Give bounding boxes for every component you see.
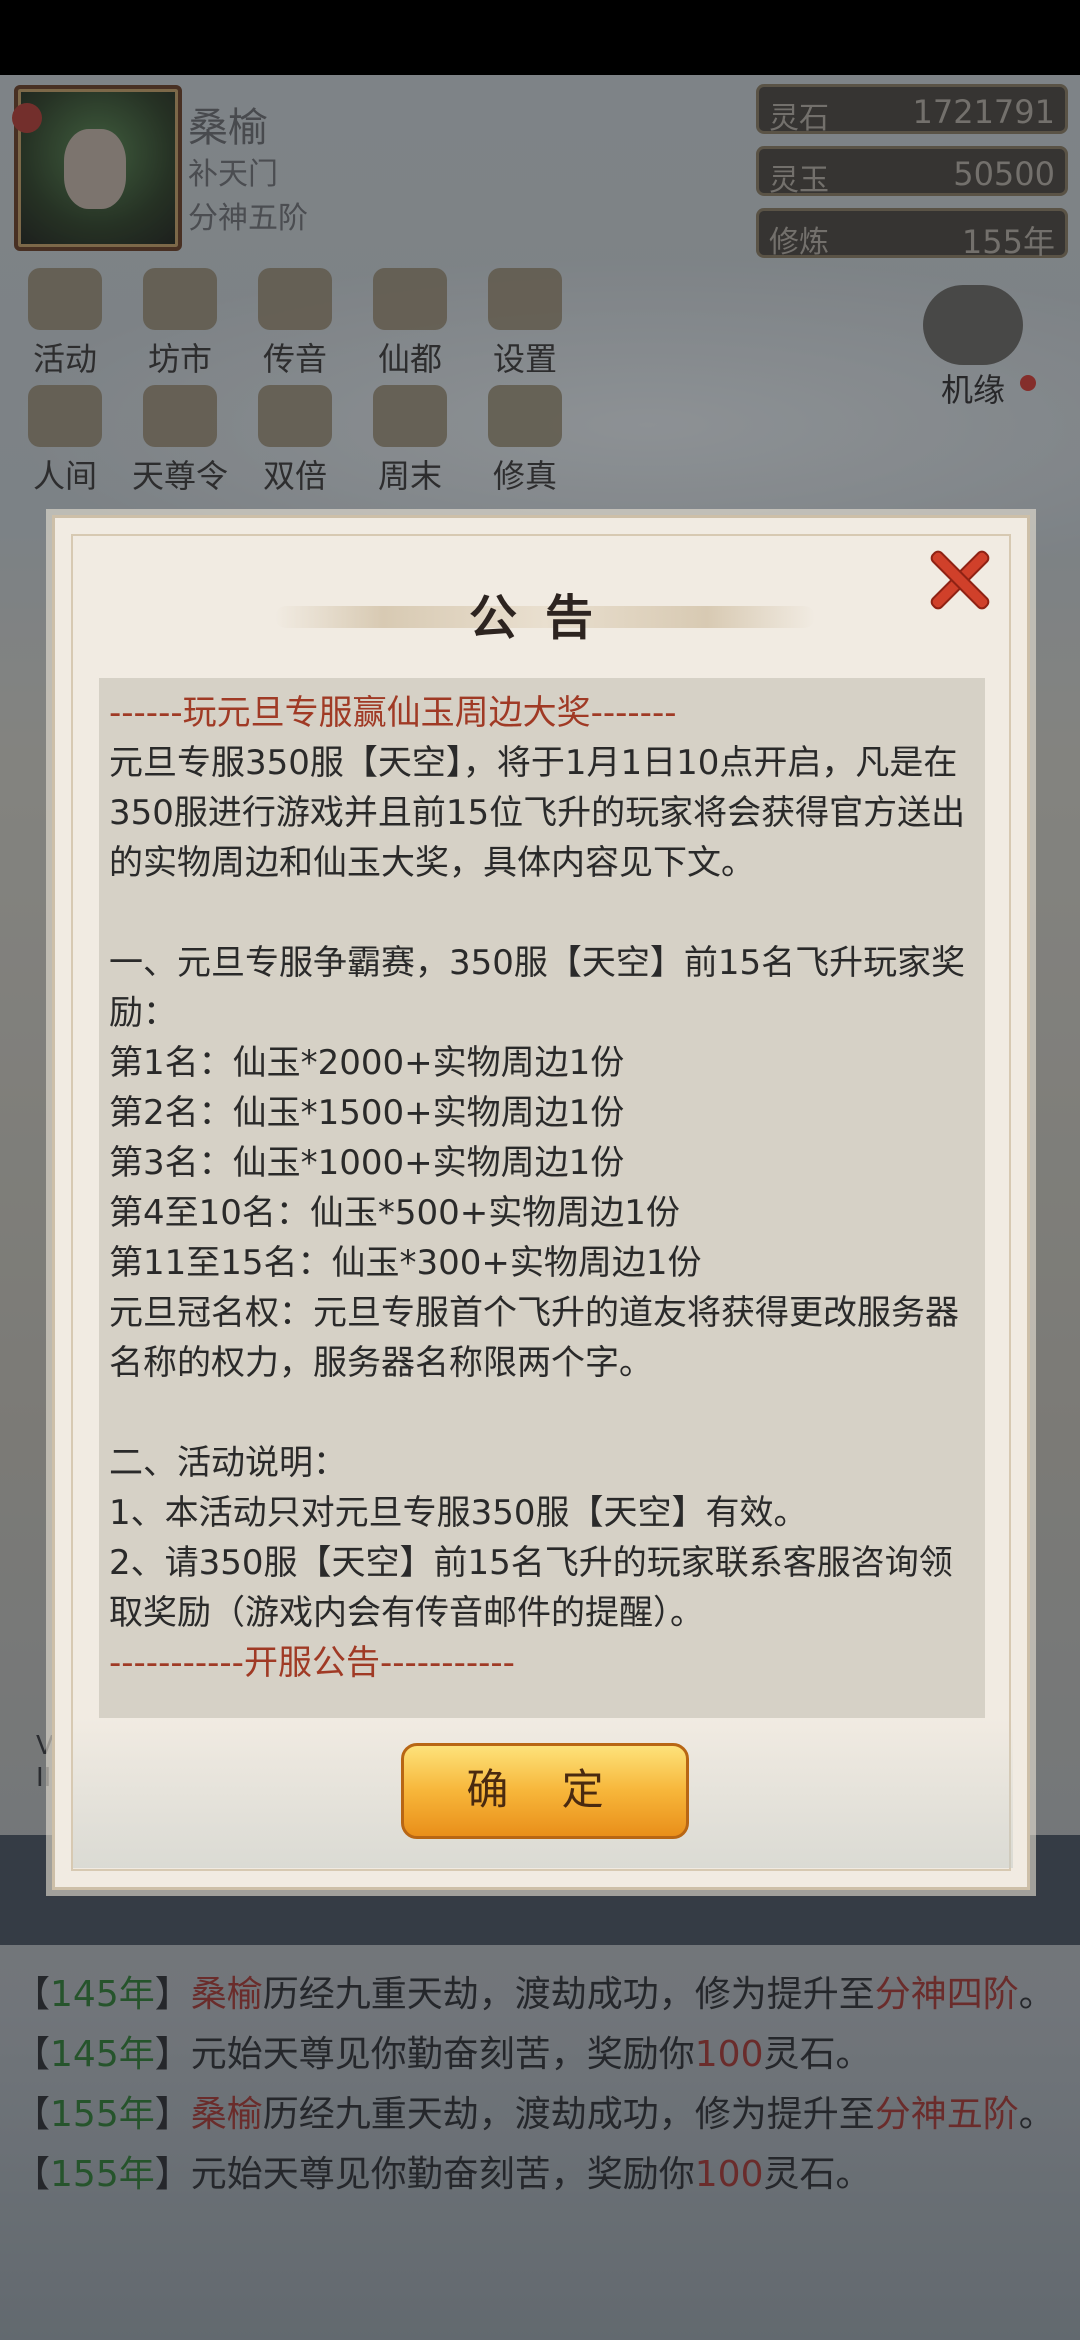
announcement-body: 元旦专服350服【天空】，将于1月1日10点开启，凡是在350服进行游戏并且前1…: [109, 743, 966, 1633]
status-bar: [0, 0, 1080, 75]
announcement-heading: ------玩元旦专服赢仙玉周边大奖-------: [109, 693, 677, 733]
announcement-content[interactable]: ------玩元旦专服赢仙玉周边大奖------- 元旦专服350服【天空】，将…: [99, 678, 985, 1718]
close-icon[interactable]: [927, 548, 991, 612]
next-announcement-heading: -----------开服公告-----------: [109, 1643, 515, 1683]
confirm-button[interactable]: 确 定: [401, 1743, 689, 1839]
dialog-header: 公告: [275, 578, 815, 658]
dialog-title: 公告: [468, 590, 621, 646]
announcement-dialog: 公告 ------玩元旦专服赢仙玉周边大奖------- 元旦专服350服【天空…: [52, 515, 1030, 1890]
